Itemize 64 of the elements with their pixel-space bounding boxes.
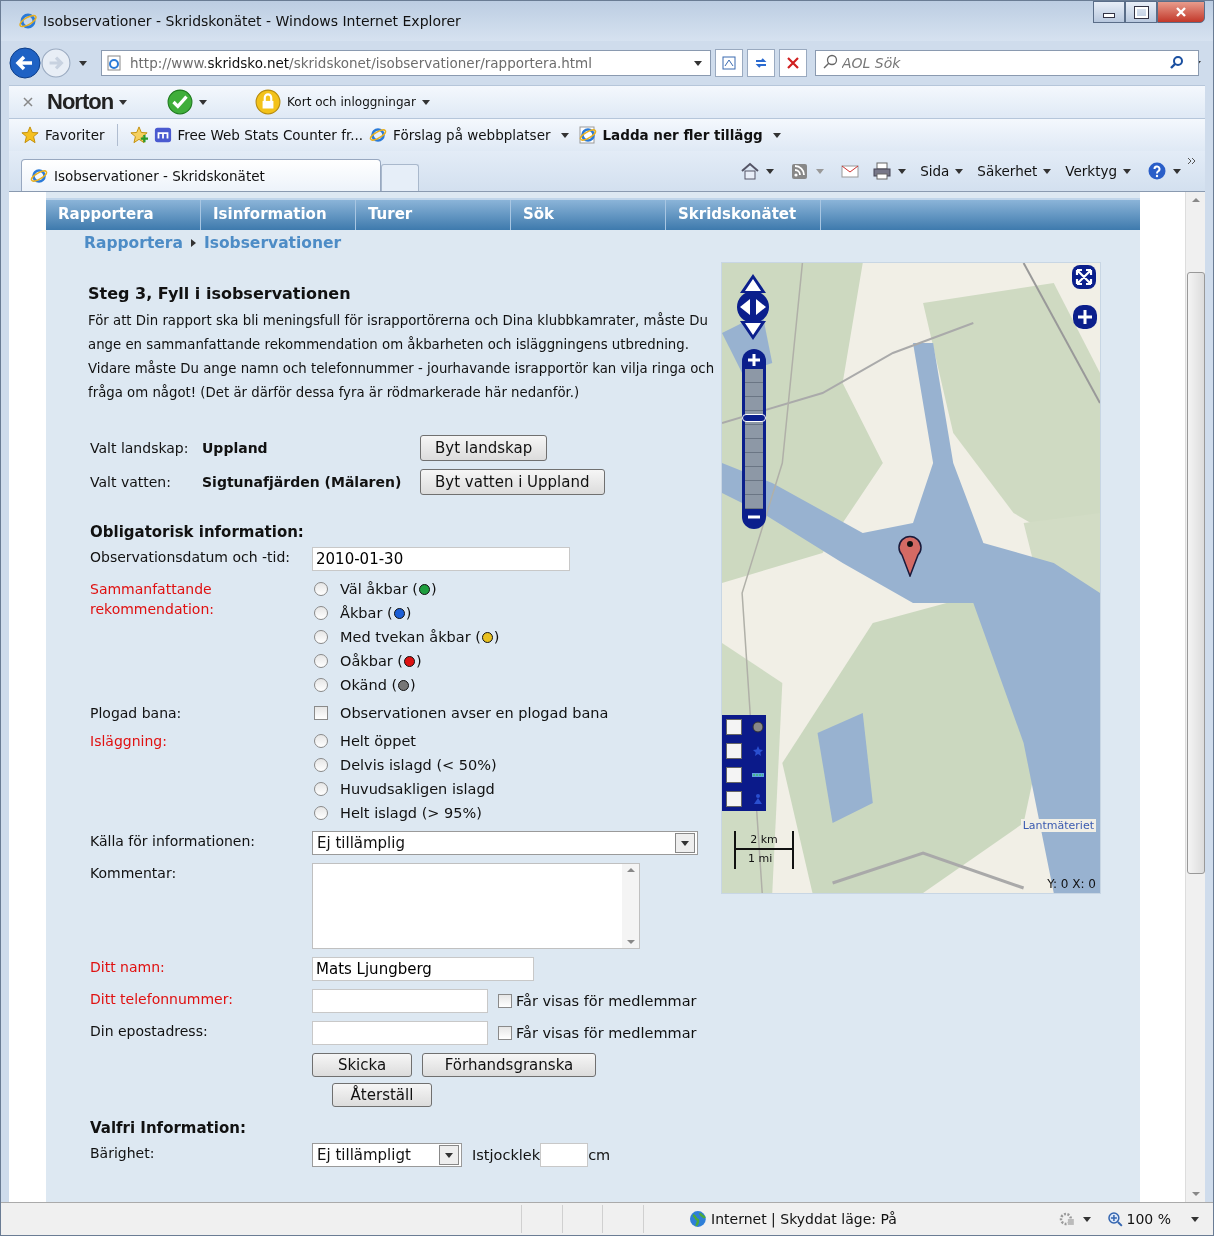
security-zone: Internet | Skyddat läge: På (711, 1211, 898, 1227)
option-label: Helt islagd (> 95%) (340, 805, 482, 821)
map-attribution: Lantmäteriet (1020, 819, 1096, 832)
option-label: Delvis islagd (< 50%) (340, 757, 497, 773)
field-label: Valt vatten: (89, 474, 172, 490)
option-label: Får visas för medlemmar (516, 1025, 697, 1041)
field-label: Istjocklek (472, 1147, 541, 1163)
field-label: Valt landskap: (89, 440, 190, 456)
field-label: Ditt namn: (89, 958, 166, 977)
field-label: Plogad bana: (89, 704, 183, 723)
favorites-button[interactable]: Favoriter (45, 127, 105, 143)
option-label: ) (405, 605, 412, 621)
option-label: Observationen avser en plogad bana (340, 705, 609, 721)
cards-menu[interactable]: Kort och inloggningar (287, 95, 416, 109)
option-label: Väl åkbar ( (340, 581, 418, 597)
option-label: ) (493, 629, 500, 645)
option-label: Huvudsakligen islagd (340, 781, 495, 797)
zoom-level[interactable]: 100 % (1126, 1211, 1171, 1227)
address-field[interactable]: http://www.skridsko.net/skridskonet/isobservationer/rapportera.html (101, 50, 711, 76)
favorites-link[interactable]: Förslag på webbplatser (393, 127, 551, 143)
search-field[interactable]: AOL Sök (816, 52, 1198, 74)
field-label: Observationsdatum och -tid: (89, 548, 292, 567)
option-label: Åkbar ( (340, 605, 393, 621)
source-select[interactable]: Ej tillämplig (312, 831, 698, 855)
option-label: Med tvekan åkbar ( (340, 629, 481, 645)
field-label: Din epostadress: (89, 1022, 209, 1041)
field-value: Sigtunafjärden (Mälaren) (202, 474, 403, 490)
option-label: Okänd ( (340, 677, 398, 693)
option-label: Oåkbar ( (340, 653, 403, 669)
favorites-link[interactable]: Free Web Stats Counter fr... (177, 127, 364, 143)
map-coordinates: Y: 0 X: 0 (1047, 877, 1096, 891)
unit-label: cm (588, 1147, 611, 1163)
scale-bar: 2 km 1 mi (734, 831, 794, 869)
command-menu[interactable]: Säkerhet (977, 163, 1038, 179)
favorites-link[interactable]: Ladda ner fler tillägg (602, 127, 763, 143)
norton-menu[interactable]: Norton (47, 89, 114, 115)
field-label: Kommentar: (89, 864, 178, 883)
option-label: ) (416, 653, 422, 669)
field-label: Sammanfattande rekommendation: (89, 580, 215, 619)
field-label: Bärighet: (89, 1144, 156, 1163)
field-value: Uppland (202, 440, 269, 456)
field-label: Ditt telefonnummer: (89, 990, 234, 1009)
option-label: Helt öppet (340, 733, 417, 749)
preview-button[interactable]: Förhandsgranska (422, 1053, 596, 1077)
option-label: Får visas för medlemmar (516, 993, 697, 1009)
change-button[interactable]: Byt landskap (420, 435, 548, 461)
browser-tab[interactable]: Isobservationer - Skridskonätet (21, 159, 381, 191)
name-field[interactable]: Mats Ljungberg (312, 957, 534, 981)
date-field[interactable]: 2010-01-30 (312, 547, 570, 571)
option-label: ) (430, 581, 437, 597)
intro-text: För att Din rapport ska bli meningsfull för israpportörerna och Dina klubbkamrater, måste Du ange en sammanfattande rekommendation om åkbarheten och isläggningens utbredning. Vidare måste Du ange namn och telefonnummer - jourhavande israpportör kan vilja ringa och fråga om något! (Det är därför dessa fyra är rödmarkerade här nedanför.) (88, 311, 716, 402)
field-label: Källa för informationen: (89, 832, 257, 851)
section-title: Valfri Information: (90, 1119, 247, 1137)
window-title: Isobservationer - Skridskonätet - Windows Internet Explorer (43, 13, 462, 29)
command-menu[interactable]: Verktyg (1065, 163, 1117, 179)
reset-button[interactable]: Återställ (332, 1083, 432, 1107)
section-heading: Steg 3, Fyll i isobservationen (88, 284, 352, 303)
bearing-select[interactable]: Ej tillämpligt (312, 1143, 462, 1167)
change-button[interactable]: Byt vatten i Uppland (420, 469, 605, 495)
field-label: Isläggning: (89, 732, 168, 751)
submit-button[interactable]: Skicka (312, 1053, 412, 1077)
option-label: ) (410, 677, 416, 693)
command-menu[interactable]: Sida (920, 163, 950, 179)
section-title: Obligatorisk information: (90, 523, 305, 541)
